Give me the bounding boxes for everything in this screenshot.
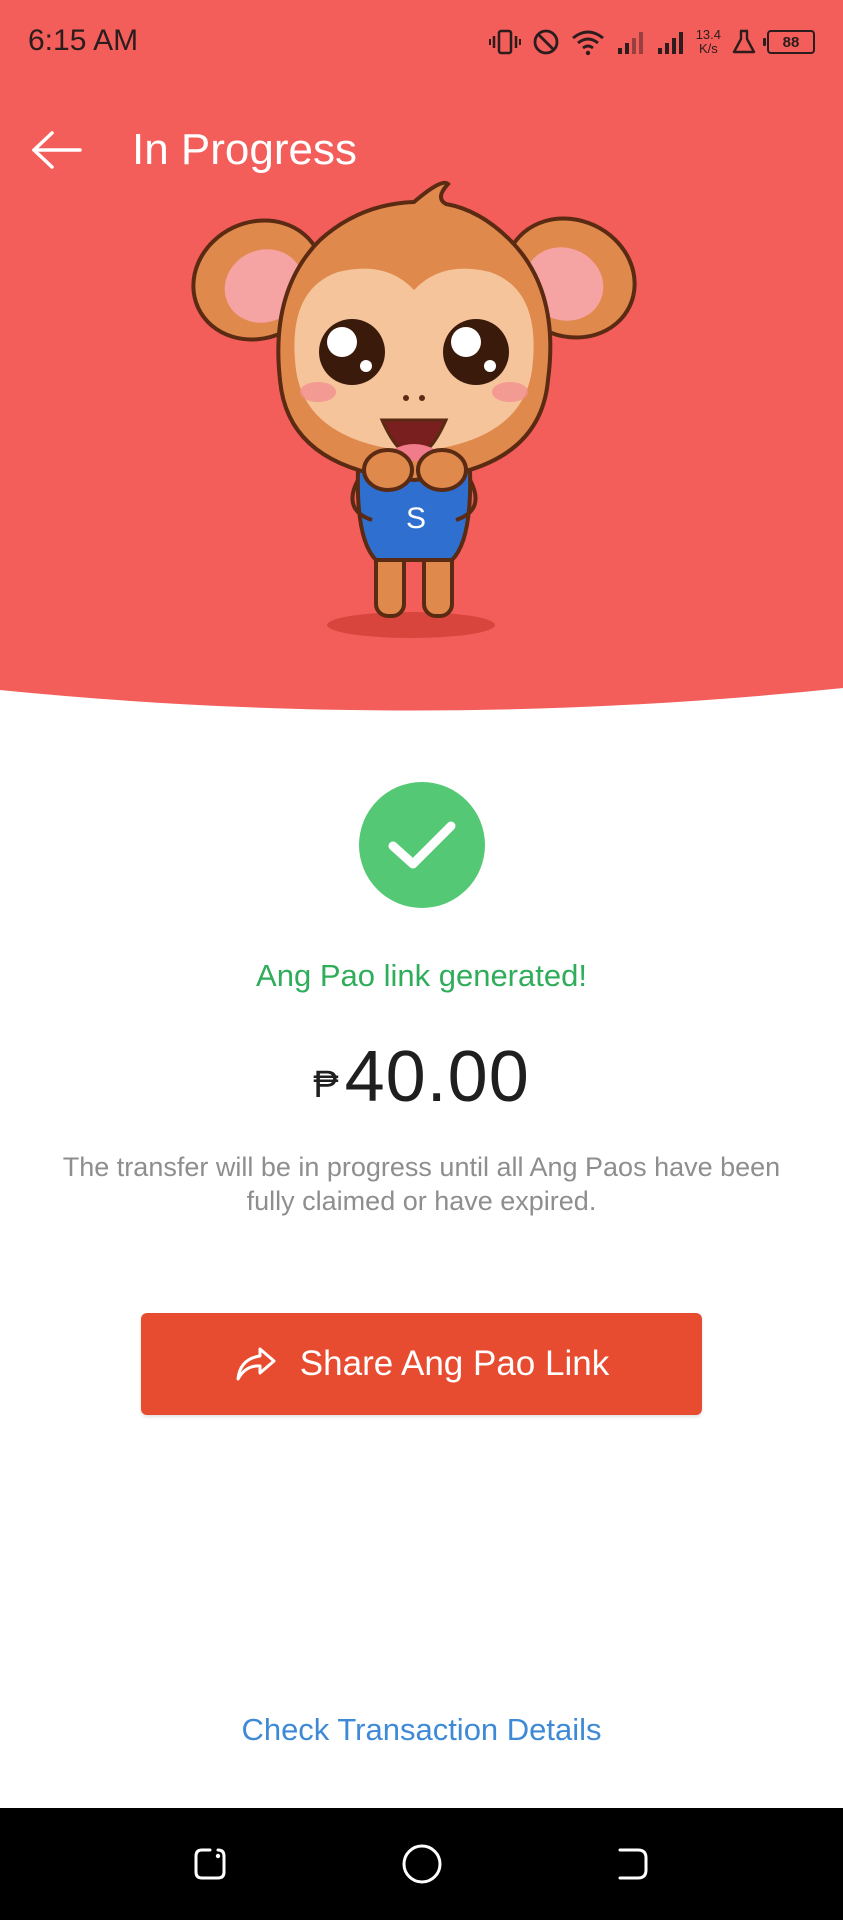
transfer-info-text: The transfer will be in progress until a… <box>62 1152 781 1216</box>
home-button[interactable] <box>396 1838 448 1890</box>
check-icon <box>388 821 456 869</box>
system-back-button[interactable] <box>606 1838 658 1890</box>
share-ang-pao-link-button[interactable]: Share Ang Pao Link <box>141 1313 702 1415</box>
monkey-mascot-illustration: S <box>191 180 637 638</box>
share-button-label: Share Ang Pao Link <box>299 1344 610 1383</box>
check-transaction-details-link[interactable]: Check Transaction Details <box>0 1712 843 1748</box>
shirt-letter: S <box>406 502 426 535</box>
success-check-badge <box>359 782 485 908</box>
signal-icon <box>616 28 646 56</box>
back-icon <box>618 1848 648 1880</box>
success-message: Ang Pao link generated! <box>256 958 587 993</box>
network-speed: 13.4 K/s <box>696 28 721 56</box>
signal-icon <box>656 28 686 56</box>
system-navigation-bar <box>0 1808 843 1920</box>
vibrate-icon <box>488 28 522 56</box>
status-icons: 13.4 K/s 88 <box>488 22 815 62</box>
amount-value: 40.00 <box>344 1037 530 1117</box>
back-button[interactable] <box>26 124 86 176</box>
network-speed-unit: K/s <box>698 41 718 56</box>
app-bar: In Progress <box>0 110 843 190</box>
hero-header: 6:15 AM 13.4 K/s 88 In Progress S <box>0 0 843 720</box>
do-not-disturb-icon <box>532 28 560 56</box>
screen: 6:15 AM 13.4 K/s 88 In Progress S Ang Pa… <box>0 0 843 1920</box>
network-speed-value: 13.4 <box>695 27 721 42</box>
recent-apps-button[interactable] <box>184 1838 236 1890</box>
amount-display: ₱ 40.00 <box>0 1036 843 1118</box>
share-arrow-icon <box>236 1347 276 1381</box>
status-time: 6:15 AM <box>28 24 139 57</box>
recent-apps-icon <box>194 1848 226 1880</box>
wifi-icon <box>570 28 606 56</box>
page-title: In Progress <box>132 125 357 174</box>
battery-level: 88 <box>782 33 800 51</box>
flask-icon <box>731 28 757 56</box>
home-icon <box>402 1844 442 1884</box>
arrow-left-icon <box>32 131 82 169</box>
status-bar: 6:15 AM 13.4 K/s 88 <box>0 0 843 84</box>
currency-symbol: ₱ <box>313 1064 339 1106</box>
battery-icon: 88 <box>763 30 815 54</box>
